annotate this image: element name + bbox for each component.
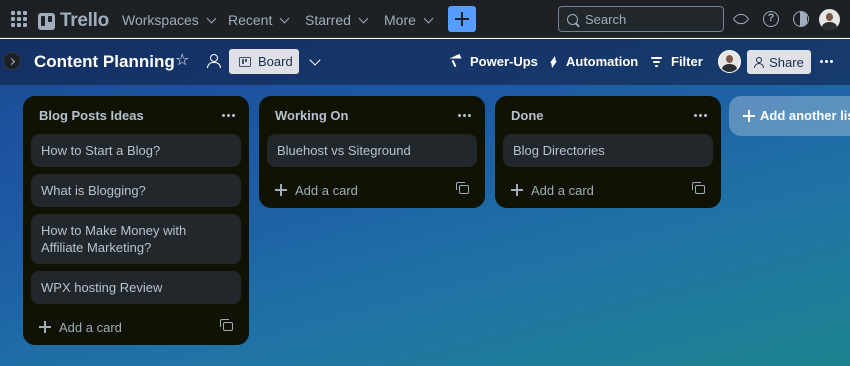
- list-item[interactable]: How to Make Money with Affiliate Marketi…: [31, 214, 241, 264]
- card-template-icon[interactable]: [456, 182, 469, 194]
- search-input[interactable]: Search: [558, 6, 724, 32]
- add-card-button[interactable]: Add a card: [503, 174, 713, 208]
- chevron-down-icon: [423, 13, 434, 23]
- automation-label: Automation: [566, 54, 639, 69]
- list-title[interactable]: Done: [511, 108, 544, 123]
- trello-logo-icon: [38, 12, 55, 30]
- chevron-down-icon: [279, 13, 290, 23]
- add-member-icon: [754, 57, 765, 68]
- list-item[interactable]: How to Start a Blog?: [31, 134, 241, 167]
- top-navbar: Trello Workspaces Recent Starred More Se…: [0, 0, 850, 38]
- add-card-label: Add a card: [59, 320, 122, 335]
- list-item[interactable]: Blog Directories: [503, 134, 713, 167]
- trello-logo[interactable]: Trello: [38, 10, 109, 32]
- add-card-button[interactable]: Add a card: [31, 311, 241, 345]
- recent-menu-label: Recent: [228, 12, 273, 28]
- rocket-icon: [449, 56, 461, 68]
- plus-icon: [275, 184, 287, 196]
- avatar[interactable]: [819, 9, 840, 30]
- list-blog-posts-ideas: Blog Posts Ideas How to Start a Blog? Wh…: [23, 96, 249, 345]
- app-name: Trello: [60, 10, 109, 31]
- plus-icon: [39, 321, 51, 333]
- starred-menu[interactable]: Starred: [305, 9, 369, 31]
- powerups-label: Power-Ups: [470, 54, 538, 69]
- recent-menu[interactable]: Recent: [228, 9, 290, 31]
- starred-menu-label: Starred: [305, 12, 351, 28]
- card-template-icon[interactable]: [692, 182, 705, 194]
- board-canvas: Content Planning ☆ Board Power-Ups Autom…: [0, 39, 850, 366]
- more-menu[interactable]: More: [384, 9, 434, 31]
- workspaces-menu-label: Workspaces: [122, 12, 199, 28]
- list-item[interactable]: Bluehost vs Siteground: [267, 134, 477, 167]
- board-header: Content Planning ☆ Board Power-Ups Autom…: [0, 39, 850, 85]
- card-template-icon[interactable]: [220, 319, 233, 331]
- list-header: Blog Posts Ideas: [31, 96, 241, 134]
- list-header: Working On: [267, 96, 477, 134]
- board-view-icon: [239, 56, 251, 67]
- chevron-down-icon: [358, 13, 369, 23]
- filter-label: Filter: [671, 54, 703, 69]
- create-button[interactable]: [448, 6, 476, 32]
- search-placeholder: Search: [585, 11, 627, 27]
- workspaces-menu[interactable]: Workspaces: [122, 9, 217, 31]
- more-icon[interactable]: [222, 114, 235, 117]
- automation-button[interactable]: Automation: [549, 54, 638, 69]
- board-view-label: Board: [258, 54, 293, 69]
- share-label: Share: [769, 54, 804, 70]
- bell-icon[interactable]: [732, 11, 748, 27]
- add-card-label: Add a card: [295, 183, 358, 198]
- list-title[interactable]: Blog Posts Ideas: [39, 108, 144, 123]
- list-title[interactable]: Working On: [275, 108, 348, 123]
- filter-icon: [651, 57, 662, 67]
- sidebar-expand-icon[interactable]: [3, 52, 21, 70]
- list-done: Done Blog Directories Add a card: [495, 96, 721, 208]
- board-title[interactable]: Content Planning: [34, 52, 175, 72]
- theme-icon[interactable]: [793, 11, 809, 27]
- board-view-button[interactable]: Board: [229, 49, 299, 74]
- star-icon[interactable]: ☆: [175, 53, 189, 69]
- filter-button[interactable]: Filter: [651, 54, 703, 69]
- add-list-label: Add another list: [760, 108, 850, 123]
- more-icon[interactable]: [820, 60, 833, 63]
- workspace-visibility-icon[interactable]: [206, 54, 221, 68]
- add-list-button[interactable]: Add another list: [729, 96, 850, 136]
- apps-grid-icon[interactable]: [11, 11, 27, 27]
- list-item[interactable]: What is Blogging?: [31, 174, 241, 207]
- list-item[interactable]: WPX hosting Review: [31, 271, 241, 304]
- bolt-icon: [549, 56, 557, 68]
- help-icon[interactable]: ?: [763, 11, 779, 27]
- share-button[interactable]: Share: [747, 50, 811, 74]
- more-icon[interactable]: [458, 114, 471, 117]
- plus-icon: [511, 184, 523, 196]
- add-card-button[interactable]: Add a card: [267, 174, 477, 208]
- powerups-button[interactable]: Power-Ups: [449, 54, 538, 69]
- chevron-down-icon[interactable]: [309, 54, 321, 66]
- plus-icon: [743, 110, 755, 122]
- add-card-label: Add a card: [531, 183, 594, 198]
- more-menu-label: More: [384, 12, 416, 28]
- avatar[interactable]: [718, 50, 741, 73]
- list-working-on: Working On Bluehost vs Siteground Add a …: [259, 96, 485, 208]
- more-icon[interactable]: [694, 114, 707, 117]
- chevron-down-icon: [206, 13, 217, 23]
- list-header: Done: [503, 96, 713, 134]
- search-icon: [567, 13, 578, 25]
